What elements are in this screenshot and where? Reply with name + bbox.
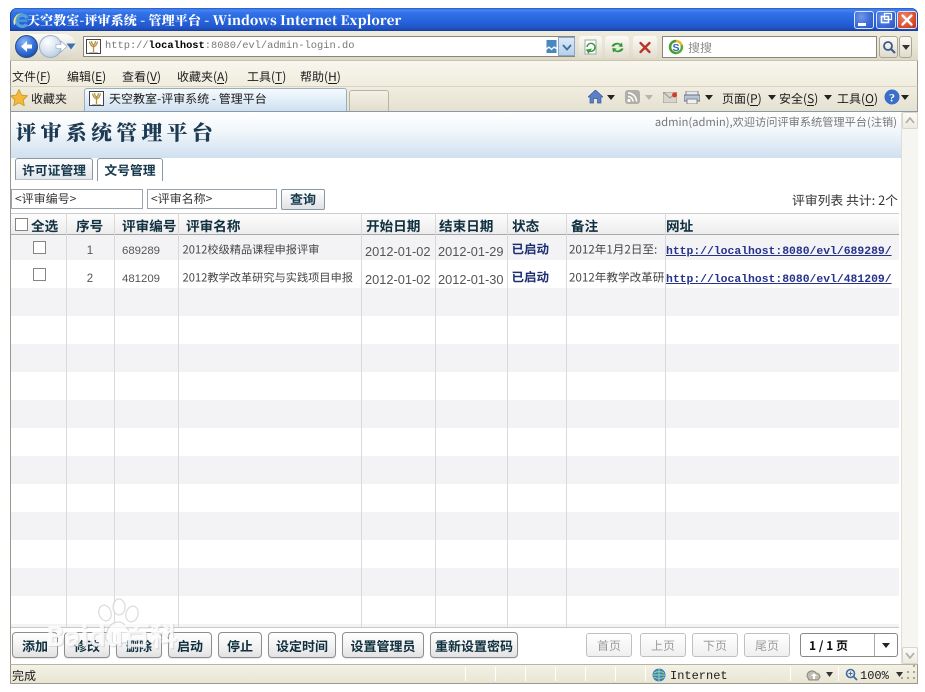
- svg-text:S: S: [672, 42, 679, 54]
- svg-text:?: ?: [889, 91, 895, 105]
